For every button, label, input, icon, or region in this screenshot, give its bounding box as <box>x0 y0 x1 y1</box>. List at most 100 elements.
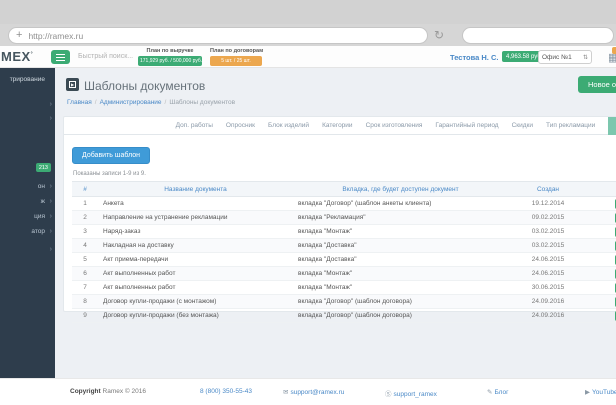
sidebar-item[interactable]: ция › <box>0 211 55 224</box>
footer-blog[interactable]: ✎ Блог <box>487 388 509 396</box>
cell-created: 24.09.2016 <box>508 308 588 323</box>
breadcrumb-home-link[interactable]: Главная <box>67 99 92 106</box>
column-document-name[interactable]: Название документа <box>98 181 293 197</box>
cell-created: 03.02.2015 <box>508 224 588 239</box>
footer-youtube[interactable]: ▶ YouTube <box>585 388 616 396</box>
contracts-plan: План по договорам 5 шт. / 25 шт. <box>210 48 263 66</box>
table-row: 2 Направление на устранение рекламации в… <box>72 210 616 225</box>
table-header-row: # Название документа Вкладка, где будет … <box>72 181 616 197</box>
tab-discounts[interactable]: Скидки <box>512 122 533 129</box>
url-text: http://ramex.ru <box>28 30 84 41</box>
tab-product-block[interactable]: Блок изделий <box>268 122 309 129</box>
cell-document-name: Договор купли-продажи (без монтажа) <box>98 308 293 323</box>
office-select[interactable]: Офис №1 ⇅ <box>538 50 592 64</box>
menu-toggle-button[interactable] <box>51 50 70 64</box>
cell-tab: вкладка "Договор" (шаблон договора) <box>293 308 508 323</box>
tab-document-templates-active[interactable]: Шаблоны документов <box>608 117 616 135</box>
cell-number: 6 <box>72 266 98 281</box>
plus-icon: + <box>16 29 23 41</box>
cell-tab: вкладка "Монтаж" <box>293 224 508 239</box>
cell-number: 8 <box>72 294 98 309</box>
cell-created: 19.12.2014 <box>508 196 588 211</box>
templates-table: # Название документа Вкладка, где будет … <box>72 181 616 323</box>
browser-search-field[interactable] <box>462 27 614 44</box>
tab-claim-type[interactable]: Тип рекламации <box>546 122 595 129</box>
column-created[interactable]: Создан <box>508 181 588 197</box>
sidebar-item-administration[interactable]: трирование <box>0 74 55 87</box>
skype-icon: Ⓢ <box>385 391 392 398</box>
revenue-plan: План по выручке 171,929 руб. / 500,000 р… <box>138 48 202 66</box>
cell-document-name: Наряд-заказ <box>98 224 293 239</box>
breadcrumb-separator: / <box>164 99 167 106</box>
revenue-plan-label: План по выручке <box>146 48 194 54</box>
sidebar-item[interactable]: атор › <box>0 226 55 239</box>
breadcrumb-current: Шаблоны документов <box>169 99 236 106</box>
browser-title-bar <box>0 0 616 24</box>
cell-tab: вкладка "Договор" (шаблон анкеты клиента… <box>293 196 508 211</box>
tab-questionnaire[interactable]: Опросник <box>226 122 255 129</box>
sidebar-item[interactable]: ж › <box>0 196 55 209</box>
chevron-right-icon: › <box>49 101 52 108</box>
cell-tab: вкладка "Монтаж" <box>293 280 508 295</box>
table-row: 6 Акт выполненных работ вкладка "Монтаж"… <box>72 266 616 281</box>
sidebar-item[interactable]: › <box>0 244 55 257</box>
chevron-right-icon: › <box>49 213 52 220</box>
footer-phone-link[interactable]: 8 (800) 350-55-43 <box>200 388 252 395</box>
user-name-link[interactable]: Тестова Н. С. <box>450 53 498 62</box>
cell-document-name: Договор купли-продажи (с монтажом) <box>98 294 293 309</box>
address-bar[interactable]: + http://ramex.ru <box>8 27 428 44</box>
cell-tab: вкладка "Доставка" <box>293 252 508 267</box>
sidebar-count-badge: 213 <box>35 163 51 172</box>
office-select-value: Офис №1 <box>542 53 572 61</box>
sidebar-item[interactable]: › <box>0 113 55 126</box>
youtube-icon: ▶ <box>585 389 590 396</box>
tab-extra-works[interactable]: Доп. работы <box>176 122 213 129</box>
table-row: 1 Анкета вкладка "Договор" (шаблон анкет… <box>72 196 616 211</box>
footer-email[interactable]: ✉ support@ramex.ru <box>283 388 344 396</box>
tab-production-time[interactable]: Срок изготовления <box>366 122 423 129</box>
cell-document-name: Акт приема-передачи <box>98 252 293 267</box>
tab-categories[interactable]: Категории <box>322 122 353 129</box>
panel-body: Добавить шаблон Показаны записи 1-9 из 9… <box>64 135 616 323</box>
cell-number: 4 <box>72 238 98 253</box>
chevron-right-icon: › <box>49 228 52 235</box>
cell-created: 03.02.2015 <box>508 238 588 253</box>
reload-icon[interactable]: ↻ <box>434 28 444 42</box>
chevron-right-icon: › <box>49 198 52 205</box>
footer: Copyright Ramex © 2016 8 (800) 350-55-43… <box>0 378 616 405</box>
cell-created: 30.06.2015 <box>508 280 588 295</box>
cell-number: 1 <box>72 196 98 211</box>
sidebar-item[interactable]: он › <box>0 181 55 194</box>
cell-created: 24.06.2015 <box>508 252 588 267</box>
envelope-icon: ✉ <box>283 389 289 396</box>
page-title: Шаблоны документов <box>84 79 206 93</box>
browser-chrome: + http://ramex.ru ↻ <box>0 0 616 46</box>
table-row: 7 Акт выполненных работ вкладка "Монтаж"… <box>72 280 616 295</box>
app-topbar: MEX° Быстрый поиск... План по выручке 17… <box>0 46 616 68</box>
column-tab-available[interactable]: Вкладка, где будет доступен документ <box>293 181 508 197</box>
new-request-button[interactable]: Новое обращение <box>578 76 616 93</box>
cell-created: 24.06.2015 <box>508 266 588 281</box>
breadcrumb-admin-link[interactable]: Администрирование <box>100 99 162 106</box>
main-content: ▶ Шаблоны документов Новое обращение Гла… <box>55 68 616 378</box>
column-number[interactable]: # <box>72 181 98 197</box>
document-glyph: ▶ <box>69 81 76 88</box>
cell-number: 2 <box>72 210 98 225</box>
ramex-logo: MEX° <box>1 49 34 64</box>
tab-warranty-period[interactable]: Гарантийный период <box>435 122 498 129</box>
sidebar-item[interactable]: 213 <box>0 163 55 176</box>
sidebar-nav: трирование › › 213 он › ж › ция › атор ›… <box>0 68 55 378</box>
cell-document-name: Акт выполненных работ <box>98 266 293 281</box>
column-actions: Действия <box>588 181 616 197</box>
tabs-bar: Доп. работы Опросник Блок изделий Катего… <box>64 117 616 135</box>
sidebar-item[interactable]: › <box>0 99 55 112</box>
cell-tab: вкладка "Рекламация" <box>293 210 508 225</box>
select-arrows-icon: ⇅ <box>582 54 588 61</box>
revenue-plan-badge: 171,929 руб. / 500,000 руб. <box>138 56 203 66</box>
page-icon: ▶ <box>66 78 79 91</box>
footer-skype[interactable]: Ⓢsupport_ramex <box>385 388 437 398</box>
quick-search-input[interactable]: Быстрый поиск... <box>78 53 133 60</box>
add-template-button[interactable]: Добавить шаблон <box>72 147 151 164</box>
cell-number: 9 <box>72 308 98 323</box>
cell-document-name: Акт выполненных работ <box>98 280 293 295</box>
